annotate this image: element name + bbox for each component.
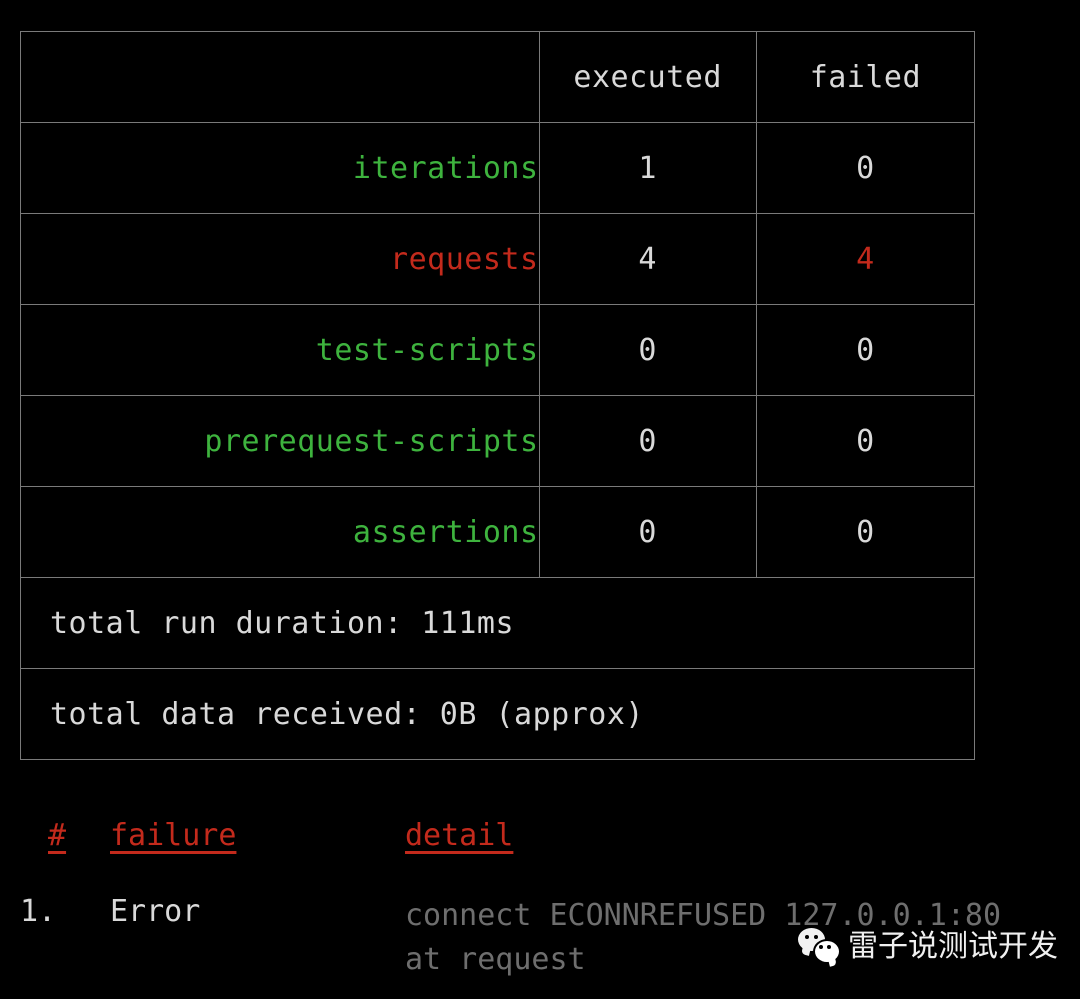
terminal-output: executed failed iterations 1 0 requests …: [0, 0, 1080, 999]
failure-detail: connect ECONNREFUSED 127.0.0.1:80 at req…: [405, 894, 1065, 982]
table-row: iterations 1 0: [20, 122, 976, 214]
row-failed-iterations: 0: [755, 122, 976, 214]
row-executed-test-scripts: 0: [538, 304, 757, 396]
newman-summary-table: executed failed iterations 1 0 requests …: [20, 31, 976, 760]
row-executed-iterations: 1: [538, 122, 757, 214]
row-failed-assertions: 0: [755, 486, 976, 578]
row-executed-assertions: 0: [538, 486, 757, 578]
summary-header-blank: [20, 31, 540, 123]
failure-detail-line: at request: [405, 942, 586, 977]
failures-header-row: # failure detail: [0, 818, 1080, 880]
table-row: total run duration: 111ms: [20, 577, 975, 669]
table-row: prerequest-scripts 0 0: [20, 395, 976, 487]
row-failed-prerequest-scripts: 0: [755, 395, 976, 487]
row-failed-test-scripts: 0: [755, 304, 976, 396]
table-row: assertions 0 0: [20, 486, 976, 578]
failures-header-failure: failure: [110, 818, 237, 853]
row-label-assertions: assertions: [20, 486, 540, 578]
summary-header-row: executed failed: [20, 31, 976, 123]
row-label-prerequest-scripts: prerequest-scripts: [20, 395, 540, 487]
row-label-iterations: iterations: [20, 122, 540, 214]
summary-header-failed: failed: [755, 31, 976, 123]
summary-table-head: executed failed: [20, 31, 976, 123]
total-data-received: total data received: 0B (approx): [20, 668, 975, 760]
row-label-requests: requests: [20, 213, 540, 305]
failure-list-item: 1. Error connect ECONNREFUSED 127.0.0.1:…: [0, 880, 1080, 990]
table-row: test-scripts 0 0: [20, 304, 976, 396]
summary-table-body: iterations 1 0 requests 4 4 test-scripts…: [20, 122, 976, 760]
failures-section: # failure detail 1. Error connect ECONNR…: [0, 818, 1080, 990]
row-executed-prerequest-scripts: 0: [538, 395, 757, 487]
table-row: total data received: 0B (approx): [20, 668, 975, 760]
failures-header-detail: detail: [405, 818, 514, 853]
failure-name: Error: [110, 894, 201, 929]
row-executed-requests: 4: [538, 213, 757, 305]
row-label-test-scripts: test-scripts: [20, 304, 540, 396]
row-failed-requests: 4: [755, 213, 976, 305]
total-run-duration: total run duration: 111ms: [20, 577, 975, 669]
summary-header-executed: executed: [538, 31, 757, 123]
failure-index: 1.: [20, 894, 57, 929]
table-row: requests 4 4: [20, 213, 976, 305]
failure-detail-line: connect ECONNREFUSED 127.0.0.1:80: [405, 898, 1002, 933]
failures-header-index: #: [48, 818, 67, 853]
